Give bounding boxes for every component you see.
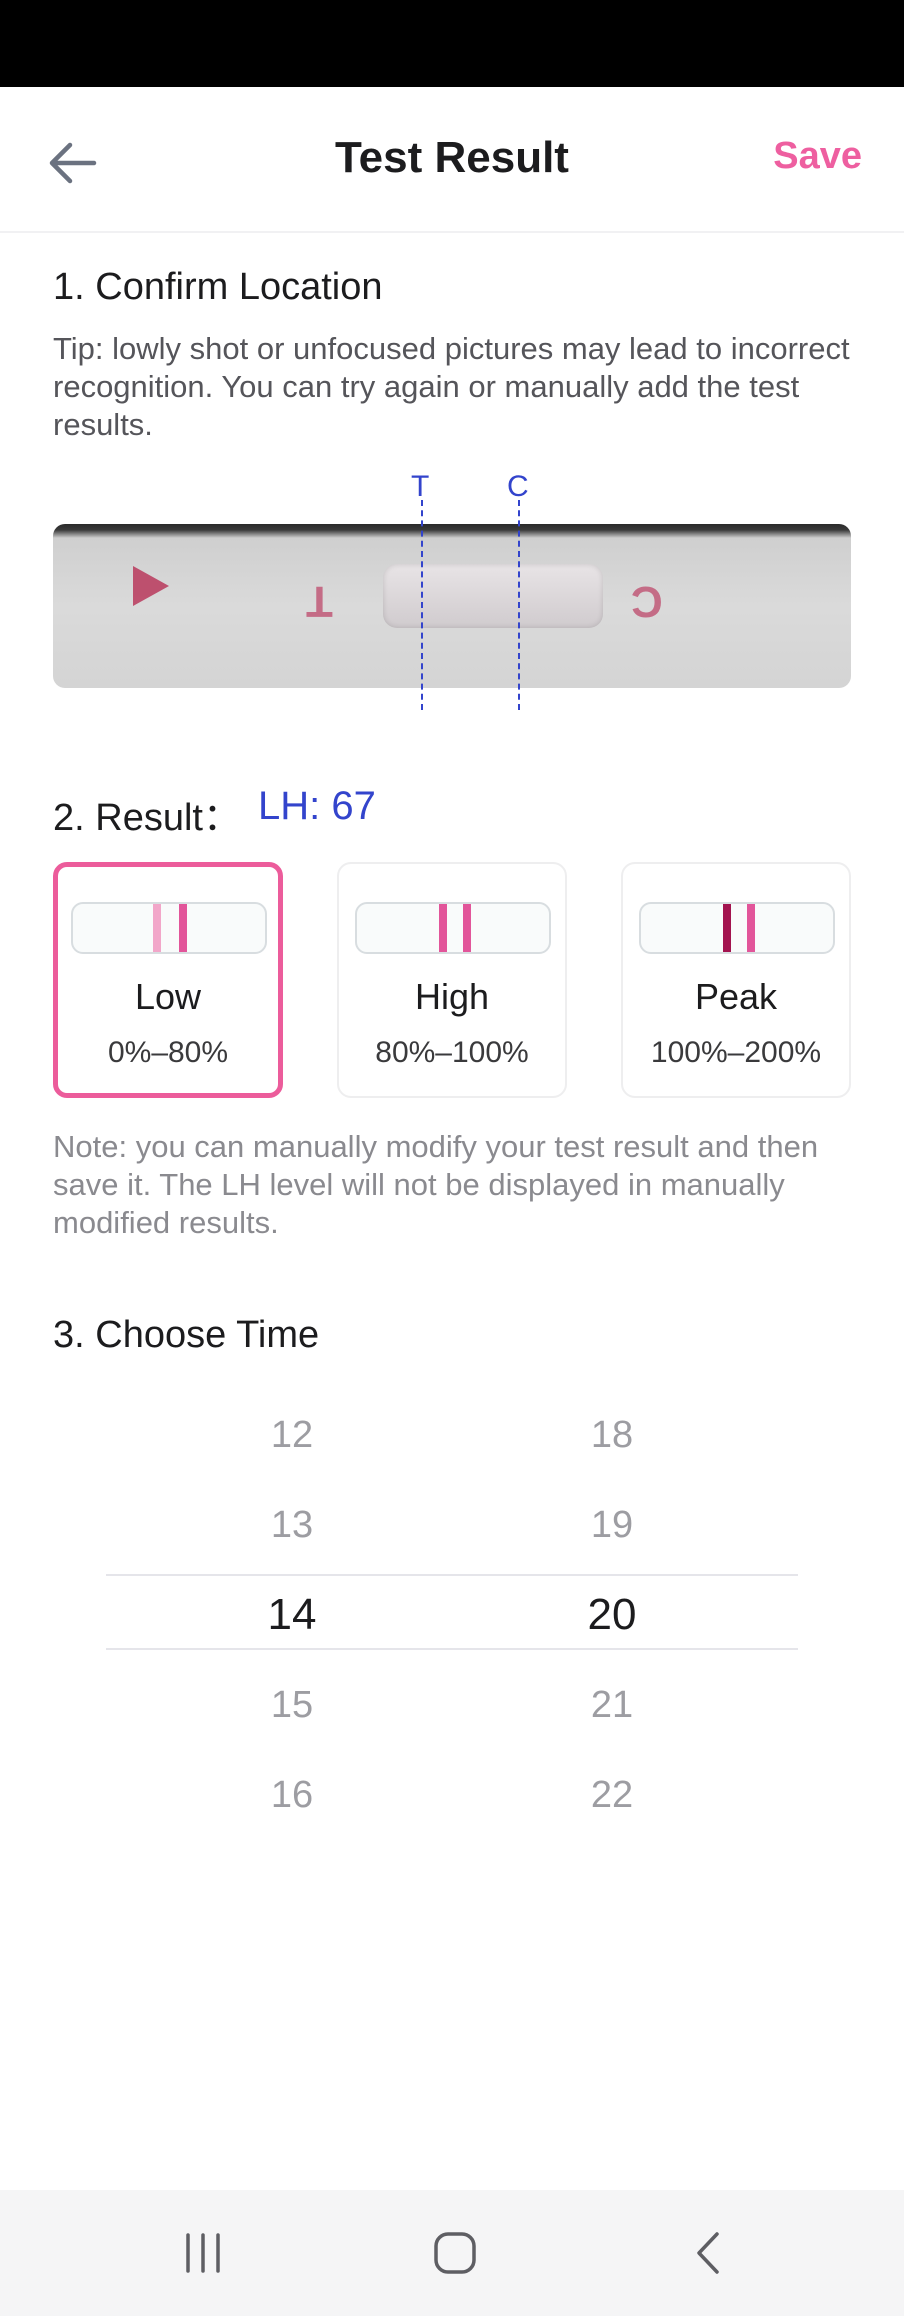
hour-item-selected[interactable]: 14: [192, 1570, 392, 1660]
status-bar: [0, 0, 904, 87]
option-label: Low: [134, 976, 202, 1017]
strip-icon: [639, 902, 835, 954]
page-title: Test Result: [335, 133, 569, 182]
header: Test Result Save: [0, 87, 904, 233]
hour-item[interactable]: 16: [192, 1750, 392, 1840]
strip-letter-c: C: [631, 577, 663, 626]
minute-item[interactable]: 21: [512, 1660, 712, 1750]
option-range: 0%–80%: [107, 1036, 229, 1069]
minute-item[interactable]: 19: [512, 1480, 712, 1570]
hour-item[interactable]: 12: [192, 1390, 392, 1480]
strip-arrow-icon: [133, 566, 169, 606]
c-marker-label: C: [507, 470, 529, 503]
choose-time-heading: 3. Choose Time: [53, 1314, 320, 1356]
minute-wheel[interactable]: 18 19 20 21 22: [512, 1390, 712, 1840]
option-label: High: [414, 976, 490, 1017]
test-strip-image: T C: [53, 524, 851, 688]
t-line: [723, 904, 731, 952]
t-line: [153, 904, 161, 952]
system-nav-bar: [0, 2190, 904, 2316]
recent-apps-button[interactable]: [158, 2218, 248, 2288]
system-back-button[interactable]: [664, 2218, 754, 2288]
hour-item[interactable]: 15: [192, 1660, 392, 1750]
minute-item-selected[interactable]: 20: [512, 1570, 712, 1660]
c-line: [179, 904, 187, 952]
chevron-left-icon: [697, 2232, 719, 2274]
t-marker-line[interactable]: [421, 500, 423, 710]
time-picker[interactable]: 12 13 14 15 16 18 19 20 21 22: [106, 1390, 798, 1840]
result-heading: 2. Result：: [53, 797, 241, 839]
option-label: Peak: [694, 976, 778, 1017]
strip-icon: [71, 902, 267, 954]
save-button[interactable]: Save: [773, 135, 862, 178]
note-text: Note: you can manually modify your test …: [53, 1129, 819, 1240]
result-options: Low 0%–80% High 80%–100% Peak 100%–200%: [53, 862, 851, 1098]
minute-item[interactable]: 22: [512, 1750, 712, 1840]
option-range: 100%–200%: [650, 1036, 822, 1069]
recent-apps-icon: [186, 2233, 220, 2273]
result-option-peak[interactable]: Peak 100%–200%: [621, 862, 851, 1098]
result-option-high[interactable]: High 80%–100%: [337, 862, 567, 1098]
lh-value: LH: 67: [258, 784, 376, 828]
c-line: [463, 904, 471, 952]
c-marker-line[interactable]: [518, 500, 520, 710]
tip-text: Tip: lowly shot or unfocused pictures ma…: [53, 331, 850, 442]
home-button[interactable]: [410, 2218, 500, 2288]
strip-letter-t: T: [306, 577, 333, 626]
option-range: 80%–100%: [375, 1036, 529, 1069]
home-icon: [434, 2232, 476, 2274]
test-strip-area: T C T C: [53, 470, 851, 720]
t-marker-label: T: [411, 470, 430, 503]
confirm-location-heading: 1. Confirm Location: [53, 266, 383, 308]
hour-wheel[interactable]: 12 13 14 15 16: [192, 1390, 392, 1840]
strip-result-window: [383, 564, 603, 628]
strip-icon: [355, 902, 551, 954]
c-line: [747, 904, 755, 952]
result-option-low[interactable]: Low 0%–80%: [53, 862, 283, 1098]
hour-item[interactable]: 13: [192, 1480, 392, 1570]
minute-item[interactable]: 18: [512, 1390, 712, 1480]
t-line: [439, 904, 447, 952]
